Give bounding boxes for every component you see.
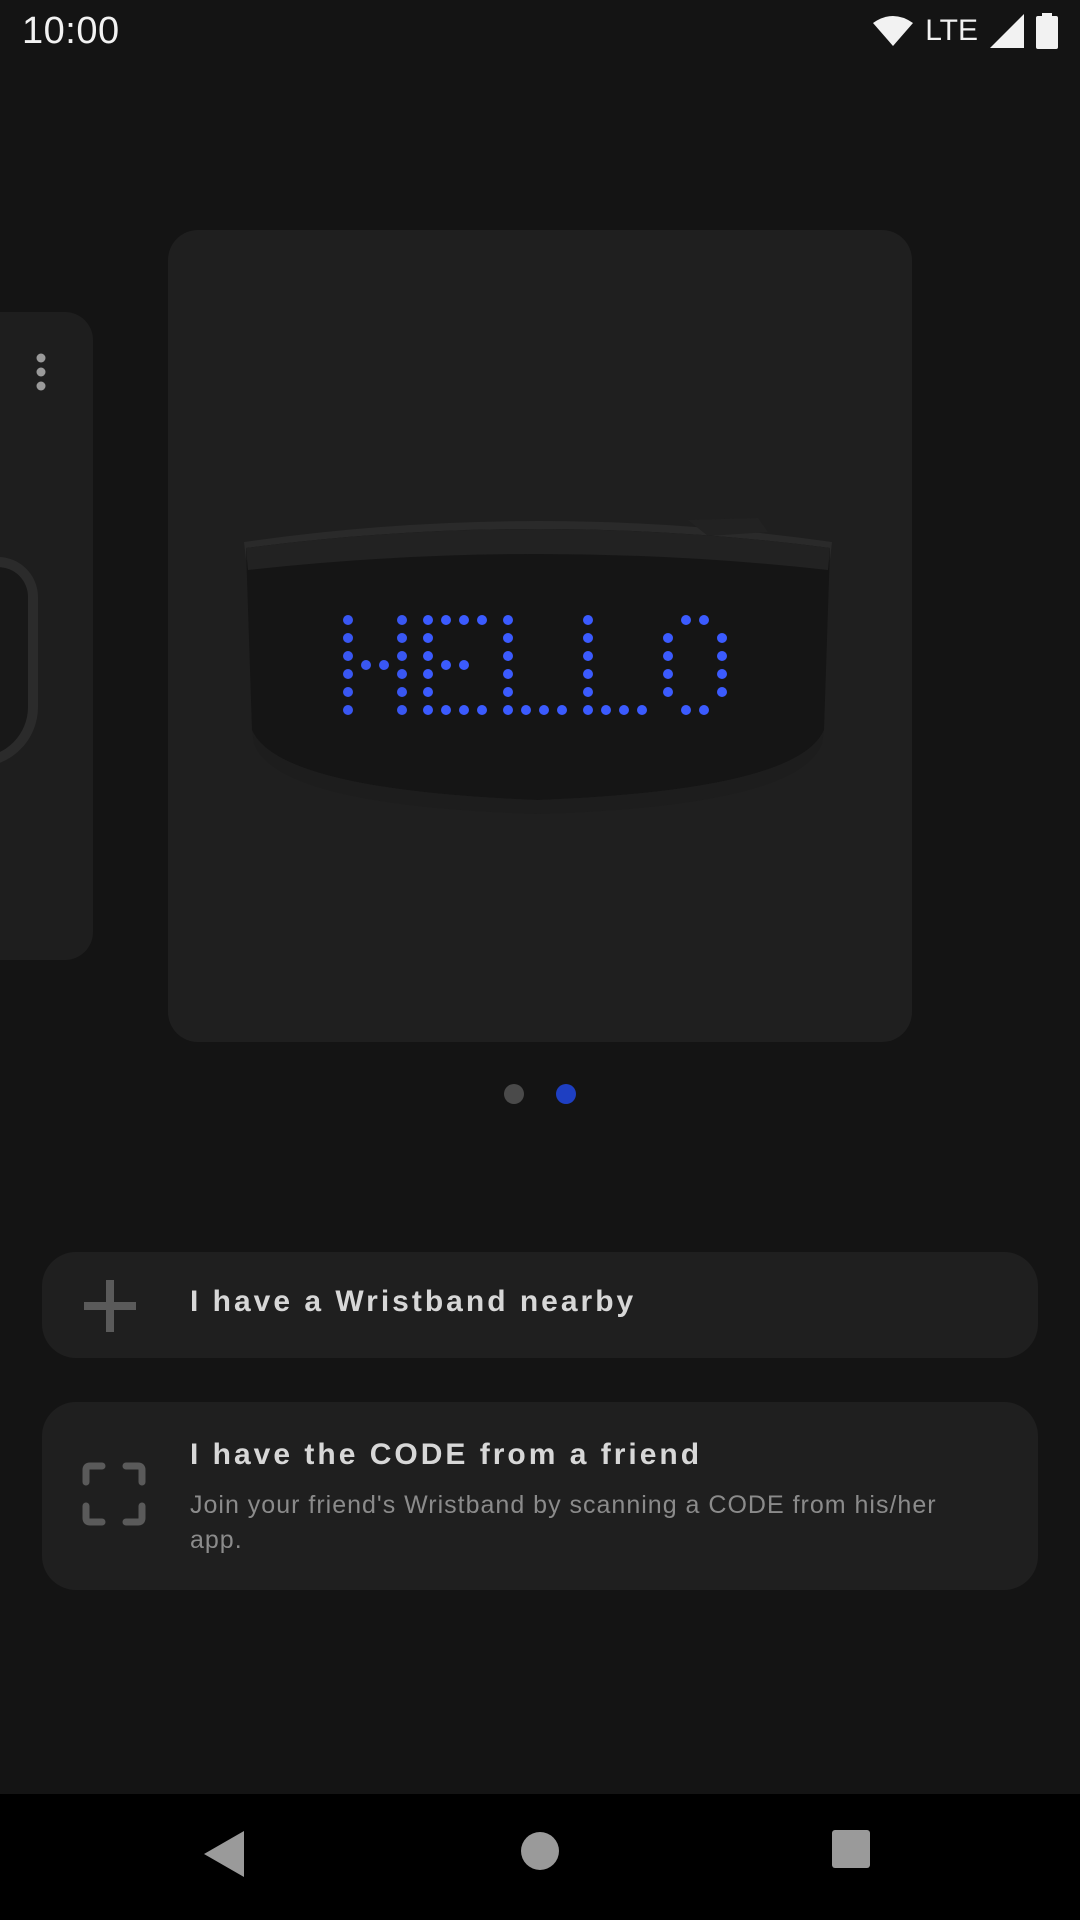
status-icons: LTE <box>873 13 1058 49</box>
wristband-image <box>244 518 832 814</box>
page-dot-active[interactable] <box>556 1084 576 1104</box>
scan-frame-icon <box>82 1462 146 1526</box>
plus-icon <box>84 1280 136 1332</box>
previous-wristband-card[interactable] <box>0 312 93 960</box>
code-from-friend-title: I have the CODE from a friend <box>190 1438 703 1471</box>
wristband-image-partial <box>0 557 38 767</box>
wristband-nearby-title: I have a Wristband nearby <box>190 1285 637 1318</box>
status-time: 10:00 <box>22 9 120 52</box>
recents-icon[interactable] <box>831 1829 871 1869</box>
wristband-carousel[interactable] <box>0 230 1080 1050</box>
home-icon[interactable] <box>518 1829 562 1873</box>
wristband-nearby-button[interactable]: I have a Wristband nearby <box>42 1252 1038 1358</box>
back-icon[interactable] <box>202 1829 246 1879</box>
page-dot[interactable] <box>504 1084 524 1104</box>
system-nav-bar <box>0 1794 1080 1920</box>
network-type: LTE <box>925 14 978 47</box>
code-from-friend-button[interactable]: I have the CODE from a friend Join your … <box>42 1402 1038 1590</box>
wristband-card[interactable] <box>168 230 912 1042</box>
status-bar: 10:00 LTE <box>0 0 1080 62</box>
more-vert-icon[interactable] <box>35 352 47 392</box>
cell-signal-icon <box>990 14 1024 48</box>
page-indicator <box>0 1084 1080 1104</box>
battery-icon <box>1036 13 1058 49</box>
wifi-icon <box>873 16 914 46</box>
code-from-friend-description: Join your friend's Wristband by scanning… <box>190 1491 937 1554</box>
